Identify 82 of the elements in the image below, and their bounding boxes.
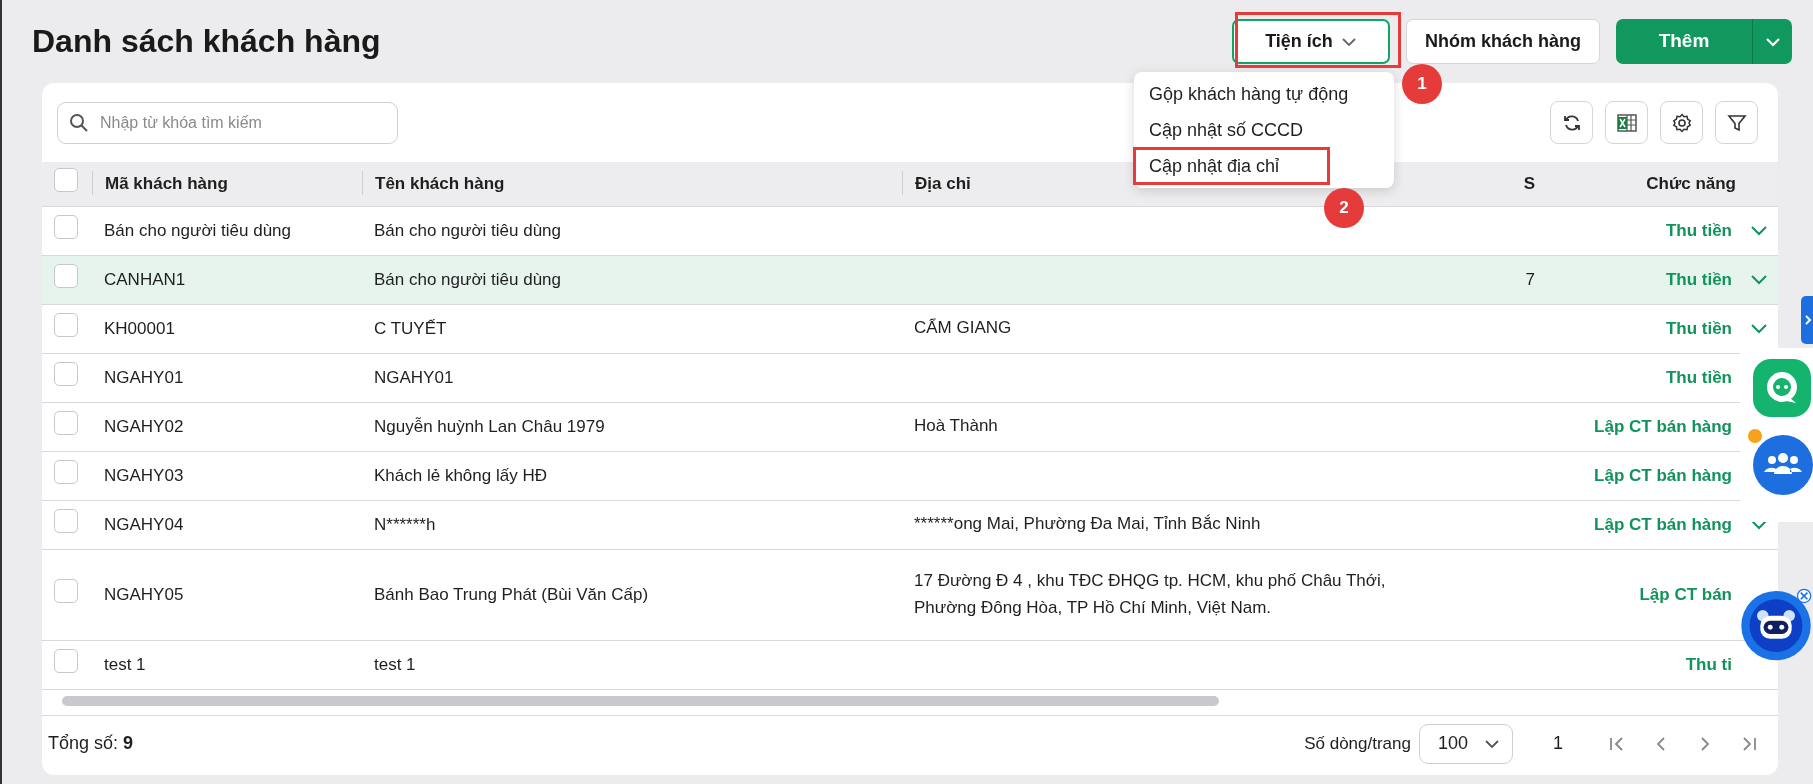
utilities-button[interactable]: Tiện ích [1232, 19, 1390, 64]
filter-icon [1726, 112, 1747, 133]
excel-export-button[interactable] [1605, 101, 1648, 144]
checkbox[interactable] [54, 578, 78, 603]
search-field[interactable]: Nhập từ khóa tìm kiếm [57, 101, 398, 144]
action-link[interactable]: Thu tiền [1665, 315, 1732, 342]
customer-address: CẨM GIANG [914, 318, 1012, 338]
action-link[interactable]: Thu tiền [1665, 364, 1732, 391]
action-link[interactable]: Lập CT bán [1639, 581, 1732, 608]
step-marker: 1 [1402, 64, 1442, 104]
customer-code: NGAHY05 [104, 584, 184, 604]
total-count-label: Tổng số: [48, 733, 120, 753]
refresh-button[interactable] [1550, 101, 1593, 144]
checkbox[interactable] [54, 168, 78, 192]
checkbox[interactable] [54, 361, 78, 386]
chevron-icon [1804, 314, 1812, 326]
current-page: 1 [1553, 732, 1563, 755]
caret-icon [1484, 738, 1500, 749]
checkbox[interactable] [54, 459, 78, 484]
checkbox[interactable] [54, 312, 78, 337]
caret-icon [1764, 36, 1781, 47]
customer-code: NGAHY03 [104, 465, 184, 485]
menu-item[interactable]: Cập nhật địa chỉ [1134, 148, 1329, 184]
add-options-button[interactable] [1752, 19, 1792, 64]
action-link[interactable]: Lập CT bán hàng [1594, 462, 1732, 489]
action-link[interactable]: Thu tiền [1665, 217, 1732, 244]
customer-name: C TUYẾT [374, 318, 447, 338]
search-icon [69, 112, 89, 133]
settings-icon [1671, 112, 1692, 133]
customer-name: Khách lẻ không lấy HĐ [374, 465, 547, 485]
checkbox[interactable] [54, 508, 78, 533]
total-count-value: 9 [123, 733, 134, 753]
page-size-select[interactable]: 100 [1419, 723, 1513, 764]
checkbox[interactable] [54, 263, 78, 288]
action-link[interactable]: Lập CT bán hàng [1594, 511, 1732, 538]
page-title: Danh sách khách hàng [32, 22, 381, 61]
page-size-label: Số dòng/trang [1304, 732, 1411, 755]
chevron-icon[interactable] [1750, 322, 1768, 335]
checkbox[interactable] [54, 410, 78, 435]
customer-code: Bán cho người tiêu dùng [104, 220, 291, 240]
cell-value: 7 [1525, 269, 1535, 289]
column-header[interactable]: S [1523, 174, 1535, 193]
sidebar-toggle-tab[interactable] [1801, 296, 1813, 344]
column-header[interactable]: Địa chỉ [915, 171, 971, 197]
checkbox[interactable] [54, 214, 78, 239]
chevron-icon[interactable] [1750, 273, 1768, 286]
customer-code: KH00001 [104, 318, 175, 338]
customer-code: NGAHY02 [104, 416, 184, 436]
customer-address: ******ong Mai, Phường Đa Mai, Tỉnh Bắc Ninh [914, 514, 1261, 534]
customer-address: 17 Đường Đ 4 , khu TĐC ĐHQG tp. HCM, khu phố Châu Thới, Phường Đông Hòa, TP Hồ Chí Minh, Việt Nam. [914, 571, 1386, 617]
menu-item[interactable]: Gộp khách hàng tự động [1134, 76, 1394, 112]
add-button[interactable]: Thêm [1616, 19, 1752, 64]
chat-bubble-icon[interactable] [1752, 358, 1812, 418]
customer-name: Bán cho người tiêu dùng [374, 269, 561, 289]
customer-address: Hoà Thành [914, 416, 998, 436]
checkbox[interactable] [54, 648, 78, 673]
customer-name: test 1 [374, 654, 416, 674]
customer-code: CANHAN1 [104, 269, 186, 289]
caret-icon [1340, 36, 1357, 47]
chevron-icon[interactable] [1750, 224, 1768, 237]
customer-name: NGAHY01 [374, 367, 454, 387]
customer-code: test 1 [104, 654, 146, 674]
action-link[interactable]: Thu ti [1685, 651, 1732, 678]
customer-code: NGAHY04 [104, 514, 184, 534]
first-page-icon[interactable] [1608, 734, 1626, 753]
spreadsheet-icon [1615, 112, 1638, 133]
action-link[interactable]: Lập CT bán hàng [1594, 413, 1732, 440]
customer-name: Nguyễn huỳnh Lan Châu 1979 [374, 416, 605, 436]
menu-item[interactable]: Cập nhật số CCCD [1134, 112, 1394, 148]
group-icon[interactable] [1747, 428, 1813, 496]
scrollbar-thumb[interactable] [62, 695, 1219, 706]
customer-name: N******h [374, 514, 436, 534]
customer-group-button[interactable]: Nhóm khách hàng [1406, 19, 1600, 64]
customer-name: Bán cho người tiêu dùng [374, 220, 561, 240]
customer-name: Bánh Bao Trung Phát (Bùi Văn Cấp) [374, 584, 649, 604]
column-header[interactable]: Chức năng [1646, 174, 1736, 193]
customer-code: NGAHY01 [104, 367, 184, 387]
column-header[interactable]: Tên khách hàng [375, 171, 505, 197]
filter-button[interactable] [1715, 101, 1758, 144]
settings-button[interactable] [1660, 101, 1703, 144]
last-page-icon[interactable] [1740, 734, 1758, 753]
chatbot-icon[interactable] [1738, 586, 1813, 662]
